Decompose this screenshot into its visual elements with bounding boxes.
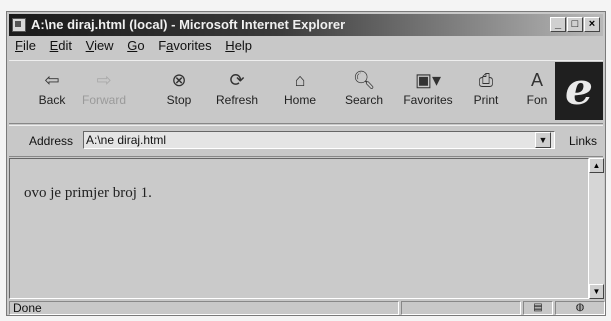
maximize-button[interactable]: □ xyxy=(567,17,583,32)
page-text: ovo je primjer broj 1. xyxy=(24,185,152,201)
menu-edit[interactable]: Edit xyxy=(50,38,72,53)
menu-file[interactable]: File xyxy=(15,38,36,53)
printer-icon: ⎙ xyxy=(478,70,494,90)
favorites-button[interactable]: ▣▾ Favorites xyxy=(399,67,457,107)
page-content: ovo je primjer broj 1. xyxy=(9,158,589,299)
scroll-up-button[interactable]: ▲ xyxy=(589,158,604,173)
address-bar: Address A:\ne diraj.html ▼ Links xyxy=(9,125,603,157)
home-icon: ⌂ xyxy=(294,70,306,90)
stop-icon: ⊗ xyxy=(171,70,187,90)
menu-favorites[interactable]: Favorites xyxy=(158,38,211,53)
window-title: A:\ne diraj.html (local) - Microsoft Int… xyxy=(31,17,346,32)
address-input[interactable]: A:\ne diraj.html xyxy=(83,131,555,149)
address-dropdown-button[interactable]: ▼ xyxy=(535,132,551,148)
window-controls: _ □ × xyxy=(550,17,600,32)
status-panel xyxy=(401,301,521,315)
home-button[interactable]: ⌂ Home xyxy=(275,67,325,107)
ie-window-icon[interactable] xyxy=(12,18,26,32)
search-button[interactable]: 🔍︎ Search xyxy=(339,67,389,107)
status-text: Done xyxy=(9,301,399,315)
forward-button[interactable]: ⇨ Forward xyxy=(79,67,129,107)
back-button[interactable]: ⇦ Back xyxy=(27,67,77,107)
minimize-button[interactable]: _ xyxy=(550,17,566,32)
search-icon: 🔍︎ xyxy=(352,70,376,90)
scroll-down-button[interactable]: ▼ xyxy=(589,284,604,299)
font-button[interactable]: A Fon xyxy=(519,67,555,107)
title-bar: A:\ne diraj.html (local) - Microsoft Int… xyxy=(9,14,603,36)
status-bar: Done ▤ ◍ xyxy=(9,301,605,315)
browser-window: A:\ne diraj.html (local) - Microsoft Int… xyxy=(6,11,606,316)
forward-arrow-icon: ⇨ xyxy=(96,70,112,90)
refresh-button[interactable]: ⟳ Refresh xyxy=(212,67,262,107)
page-icon: ▤ xyxy=(523,301,553,315)
print-button[interactable]: ⎙ Print xyxy=(461,67,511,107)
font-icon: A xyxy=(530,70,543,90)
links-button[interactable]: Links xyxy=(569,134,597,148)
refresh-icon: ⟳ xyxy=(229,70,245,90)
zone-globe-icon: ◍ xyxy=(555,301,605,315)
menu-help[interactable]: Help xyxy=(225,38,252,53)
vertical-scrollbar[interactable]: ▲ ▼ xyxy=(589,158,604,299)
menu-view[interactable]: View xyxy=(86,38,114,53)
menu-bar: File Edit View Go Favorites Help xyxy=(9,38,603,56)
address-label: Address xyxy=(29,134,74,148)
standard-toolbar: ⇦ Back ⇨ Forward ⊗ Stop ⟳ Refresh ⌂ Home… xyxy=(9,60,603,124)
stop-button[interactable]: ⊗ Stop xyxy=(154,67,204,107)
ie-logo-icon: e xyxy=(555,62,603,120)
menu-go[interactable]: Go xyxy=(127,38,144,53)
close-button[interactable]: × xyxy=(584,17,600,32)
back-arrow-icon: ⇦ xyxy=(44,70,60,90)
favorites-folder-icon: ▣▾ xyxy=(414,70,442,90)
